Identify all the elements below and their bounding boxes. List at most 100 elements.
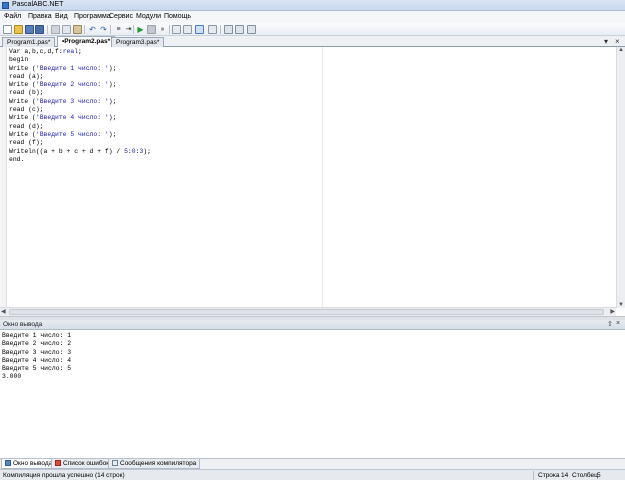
close-panel-icon[interactable]: ×	[616, 320, 620, 327]
stop-icon[interactable]	[147, 25, 156, 34]
source-code[interactable]: Var a,b,c,d,f:real; begin Write ('Введите …	[9, 48, 151, 164]
code-token: 'Введите 4 число: '	[35, 114, 109, 122]
window-layout-3-icon[interactable]	[247, 25, 256, 34]
code-token: );	[108, 130, 117, 138]
status-row-label: Строка	[538, 472, 560, 479]
app-icon	[2, 2, 9, 9]
code-token: read (b);	[9, 89, 44, 97]
editor-gutter	[0, 47, 7, 308]
tabs-dropdown-icon[interactable]: ▾	[604, 37, 608, 46]
horizontal-scroll-thumb[interactable]	[9, 309, 604, 315]
toolbar-separator	[133, 25, 134, 34]
editor-horizontal-scrollbar[interactable]: ◀ ▶	[0, 307, 616, 316]
output-panel-title: Окно вывода	[3, 321, 43, 328]
window-layout-2-icon[interactable]	[235, 25, 244, 34]
output-line: Введите 3 число: 3	[2, 348, 72, 356]
scroll-down-icon[interactable]: ▼	[618, 302, 624, 308]
tab-program3[interactable]: Program3.pas*	[111, 37, 165, 47]
redo-icon[interactable]: ↷	[99, 25, 108, 34]
code-token: read (d);	[9, 122, 44, 130]
toolbar: ↶ ↷ ≡ ⇥ ▶ ⏸	[0, 23, 625, 36]
cut-icon[interactable]	[51, 25, 60, 34]
editor-margin-line	[322, 47, 323, 308]
save-icon[interactable]	[25, 25, 34, 34]
menu-service[interactable]: Сервис	[109, 13, 133, 20]
undo-icon[interactable]: ↶	[88, 25, 97, 34]
debug-icon[interactable]: ⏸	[158, 25, 167, 34]
scroll-left-icon[interactable]: ◀	[1, 308, 6, 315]
code-line: read (d);	[9, 123, 151, 131]
code-token: read (f);	[9, 139, 44, 147]
run-icon[interactable]: ▶	[136, 25, 145, 34]
compiler-messages-icon	[112, 460, 118, 466]
code-line: Write ('Введите 1 число: ');	[9, 65, 151, 73]
code-line: read (c);	[9, 106, 151, 114]
step-into-icon[interactable]	[183, 25, 192, 34]
code-token: );	[108, 114, 117, 122]
scroll-right-icon[interactable]: ▶	[610, 308, 615, 315]
output-toggle-icon[interactable]	[195, 25, 204, 34]
menu-file[interactable]: Файл	[4, 13, 21, 20]
scroll-up-icon[interactable]: ▲	[618, 47, 624, 53]
tab-compiler-messages[interactable]: Сообщения компилятора	[108, 459, 201, 469]
error-list-icon	[55, 460, 61, 466]
toolbar-separator	[47, 25, 48, 34]
code-line: read (b);	[9, 89, 151, 97]
title-bar: PascalABC.NET	[0, 0, 625, 11]
menu-help[interactable]: Помощь	[164, 13, 191, 20]
code-line: Write ('Введите 2 число: ');	[9, 81, 151, 89]
menu-modules[interactable]: Модули	[136, 13, 161, 20]
tab-program1[interactable]: Program1.pas*	[2, 37, 56, 47]
code-token: );	[108, 81, 117, 89]
code-token: 'Введите 3 число: '	[35, 97, 109, 105]
menu-edit[interactable]: Правка	[28, 13, 52, 20]
status-bar: Компиляция прошла успешно (14 строк) Стр…	[0, 469, 625, 480]
output-line: 3.000	[2, 373, 22, 381]
open-folder-icon[interactable]	[14, 25, 23, 34]
close-tab-icon[interactable]: ×	[615, 37, 620, 46]
code-line: Writeln((a + b + c + d + f) / 5:0:3);	[9, 148, 151, 156]
output-window-icon	[5, 460, 11, 466]
window-layout-1-icon[interactable]	[224, 25, 233, 34]
code-token: Write (	[9, 81, 36, 89]
menu-program[interactable]: Программа	[74, 13, 111, 20]
toolbar-separator	[169, 25, 170, 34]
output-line: Введите 4 число: 4	[2, 356, 72, 364]
code-token: Write (	[9, 114, 36, 122]
code-token: ;	[78, 48, 82, 55]
code-token: Write (	[9, 64, 36, 72]
menu-view[interactable]: Вид	[55, 13, 68, 20]
code-line: begin	[9, 56, 151, 64]
new-file-icon[interactable]	[3, 25, 12, 34]
indent-icon[interactable]: ⇥	[124, 25, 133, 34]
copy-icon[interactable]	[62, 25, 71, 34]
code-token: Write (	[9, 97, 36, 105]
status-separator	[533, 471, 534, 480]
code-line: Write ('Введите 4 число: ');	[9, 114, 151, 122]
toolbar-separator	[110, 25, 111, 34]
save-all-icon[interactable]	[35, 25, 44, 34]
code-editor[interactable]: Var a,b,c,d,f:real; begin Write ('Введите …	[0, 47, 625, 317]
bottom-panel-tabs: Окно вывода Список ошибок Сообщения комп…	[0, 458, 625, 469]
output-panel-header: Окно вывода ⇧ ×	[0, 320, 625, 330]
tab-error-list[interactable]: Список ошибок	[51, 459, 114, 469]
pin-icon[interactable]: ⇧	[607, 320, 613, 328]
format-icon[interactable]: ≡	[114, 25, 123, 34]
breakpoint-icon[interactable]	[172, 25, 181, 34]
code-token: read (a);	[9, 72, 44, 80]
tab-program2[interactable]: •Program2.pas*	[57, 36, 116, 47]
editor-vertical-scrollbar[interactable]: ▲ ▼	[616, 47, 625, 308]
output-window[interactable]: Введите 1 число: 1 Введите 2 число: 2 Введ…	[0, 330, 625, 458]
program-output: Введите 1 число: 1 Введите 2 число: 2 Введ…	[2, 332, 71, 382]
code-line: read (a);	[9, 73, 151, 81]
code-token: 'Введите 2 число: '	[35, 81, 109, 89]
tab-output-window[interactable]: Окно вывода	[1, 459, 57, 469]
status-col-label: Столбец	[572, 472, 598, 479]
paste-icon[interactable]	[73, 25, 82, 34]
toolbar-separator	[84, 25, 85, 34]
status-col-value: 5	[597, 472, 601, 479]
code-token: 'Введите 1 число: '	[35, 64, 109, 72]
code-token: );	[108, 64, 117, 72]
step-over-icon[interactable]	[208, 25, 217, 34]
output-line: Введите 1 число: 1	[2, 332, 72, 339]
